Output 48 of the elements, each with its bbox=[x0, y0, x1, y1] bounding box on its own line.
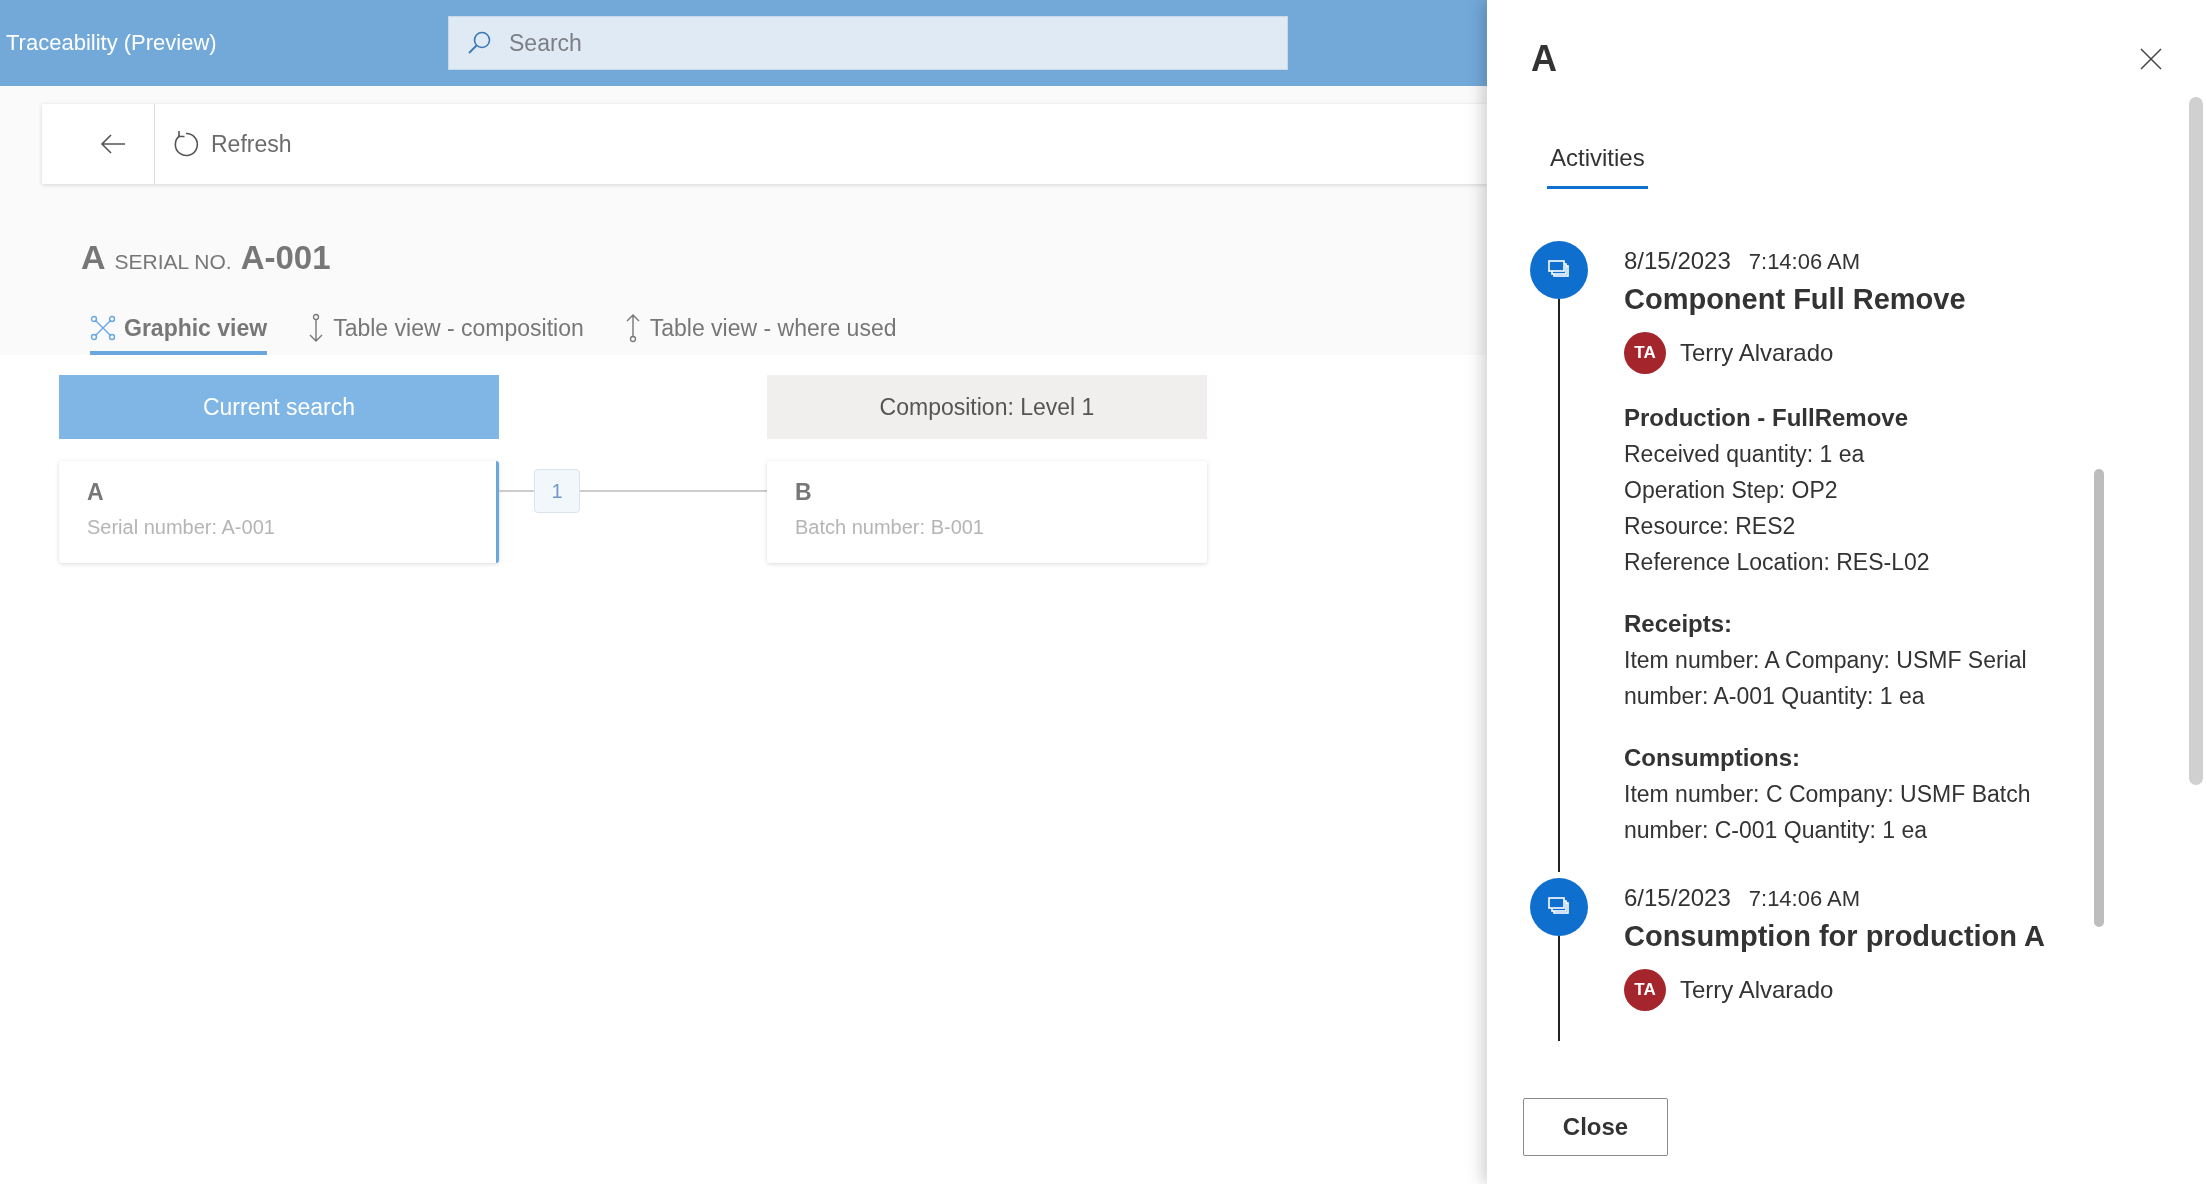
activity-time: 7:14:06 AM bbox=[1748, 249, 1861, 275]
search-field[interactable]: Search bbox=[448, 16, 1288, 70]
back-arrow-icon bbox=[100, 134, 126, 154]
user-avatar: TA bbox=[1624, 332, 1666, 374]
activity-time: 7:14:06 AM bbox=[1748, 886, 1861, 912]
detail-text: Item number: A Company: USMF Serial number: A-001 Quantity: 1 ea bbox=[1624, 646, 2028, 711]
back-button[interactable] bbox=[42, 104, 155, 184]
view-tab[interactable]: Table view - where used bbox=[623, 313, 897, 355]
close-button[interactable] bbox=[2140, 48, 2162, 70]
section-heading: Production - FullRemove bbox=[1624, 403, 1909, 433]
serial-number: A-001 bbox=[240, 239, 331, 277]
activity-icon bbox=[1530, 878, 1588, 936]
section-heading: Receipts: bbox=[1624, 609, 1734, 639]
scrollbar[interactable] bbox=[2094, 469, 2104, 927]
node-card[interactable]: A Serial number: A-001 bbox=[59, 461, 499, 563]
section-heading: Consumptions: bbox=[1624, 743, 1801, 773]
item-title: A bbox=[81, 238, 106, 277]
node-title: B bbox=[795, 479, 813, 506]
app-title: Traceability (Preview) bbox=[5, 30, 218, 56]
close-button[interactable]: Close bbox=[1523, 1098, 1668, 1156]
view-tab[interactable]: Table view - composition bbox=[307, 313, 584, 355]
node-title: A bbox=[87, 479, 105, 506]
activity-icon bbox=[1530, 241, 1588, 299]
serial-label: SERIAL NO. bbox=[114, 250, 232, 274]
user-avatar: TA bbox=[1624, 969, 1666, 1011]
detail-text: Item number: C Company: USMF Batch number: C-001 Quantity: 1 ea bbox=[1624, 780, 2032, 845]
scrollbar[interactable] bbox=[2189, 97, 2203, 785]
network-icon bbox=[90, 315, 116, 341]
detail-text: Operation Step: OP2 bbox=[1624, 476, 1839, 505]
node-subtitle: Serial number: A-001 bbox=[87, 516, 276, 539]
panel-tab[interactable]: Activities bbox=[1547, 144, 1648, 189]
detail-text: Received quantity: 1 ea bbox=[1624, 440, 1866, 469]
panel-title: A bbox=[1531, 38, 1557, 80]
link-count: 1 bbox=[534, 469, 580, 513]
search-icon bbox=[466, 30, 492, 56]
column-header: Composition: Level 1 bbox=[767, 375, 1207, 439]
activity-title: Component Full Remove bbox=[1624, 283, 1967, 316]
user-name: Terry Alvarado bbox=[1680, 976, 1834, 1004]
detail-text: Reference Location: RES-L02 bbox=[1624, 548, 1931, 577]
activity-title: Consumption for production A bbox=[1624, 920, 2046, 953]
close-icon bbox=[2140, 48, 2162, 70]
activity-date: 8/15/2023 bbox=[1624, 247, 1731, 275]
activity-date: 6/15/2023 bbox=[1624, 884, 1731, 912]
node-subtitle: Batch number: B-001 bbox=[795, 516, 985, 539]
user-name: Terry Alvarado bbox=[1680, 339, 1834, 367]
column-header: Current search bbox=[59, 375, 499, 439]
node-card[interactable]: B Batch number: B-001 bbox=[767, 461, 1207, 563]
detail-text: Resource: RES2 bbox=[1624, 512, 1797, 541]
